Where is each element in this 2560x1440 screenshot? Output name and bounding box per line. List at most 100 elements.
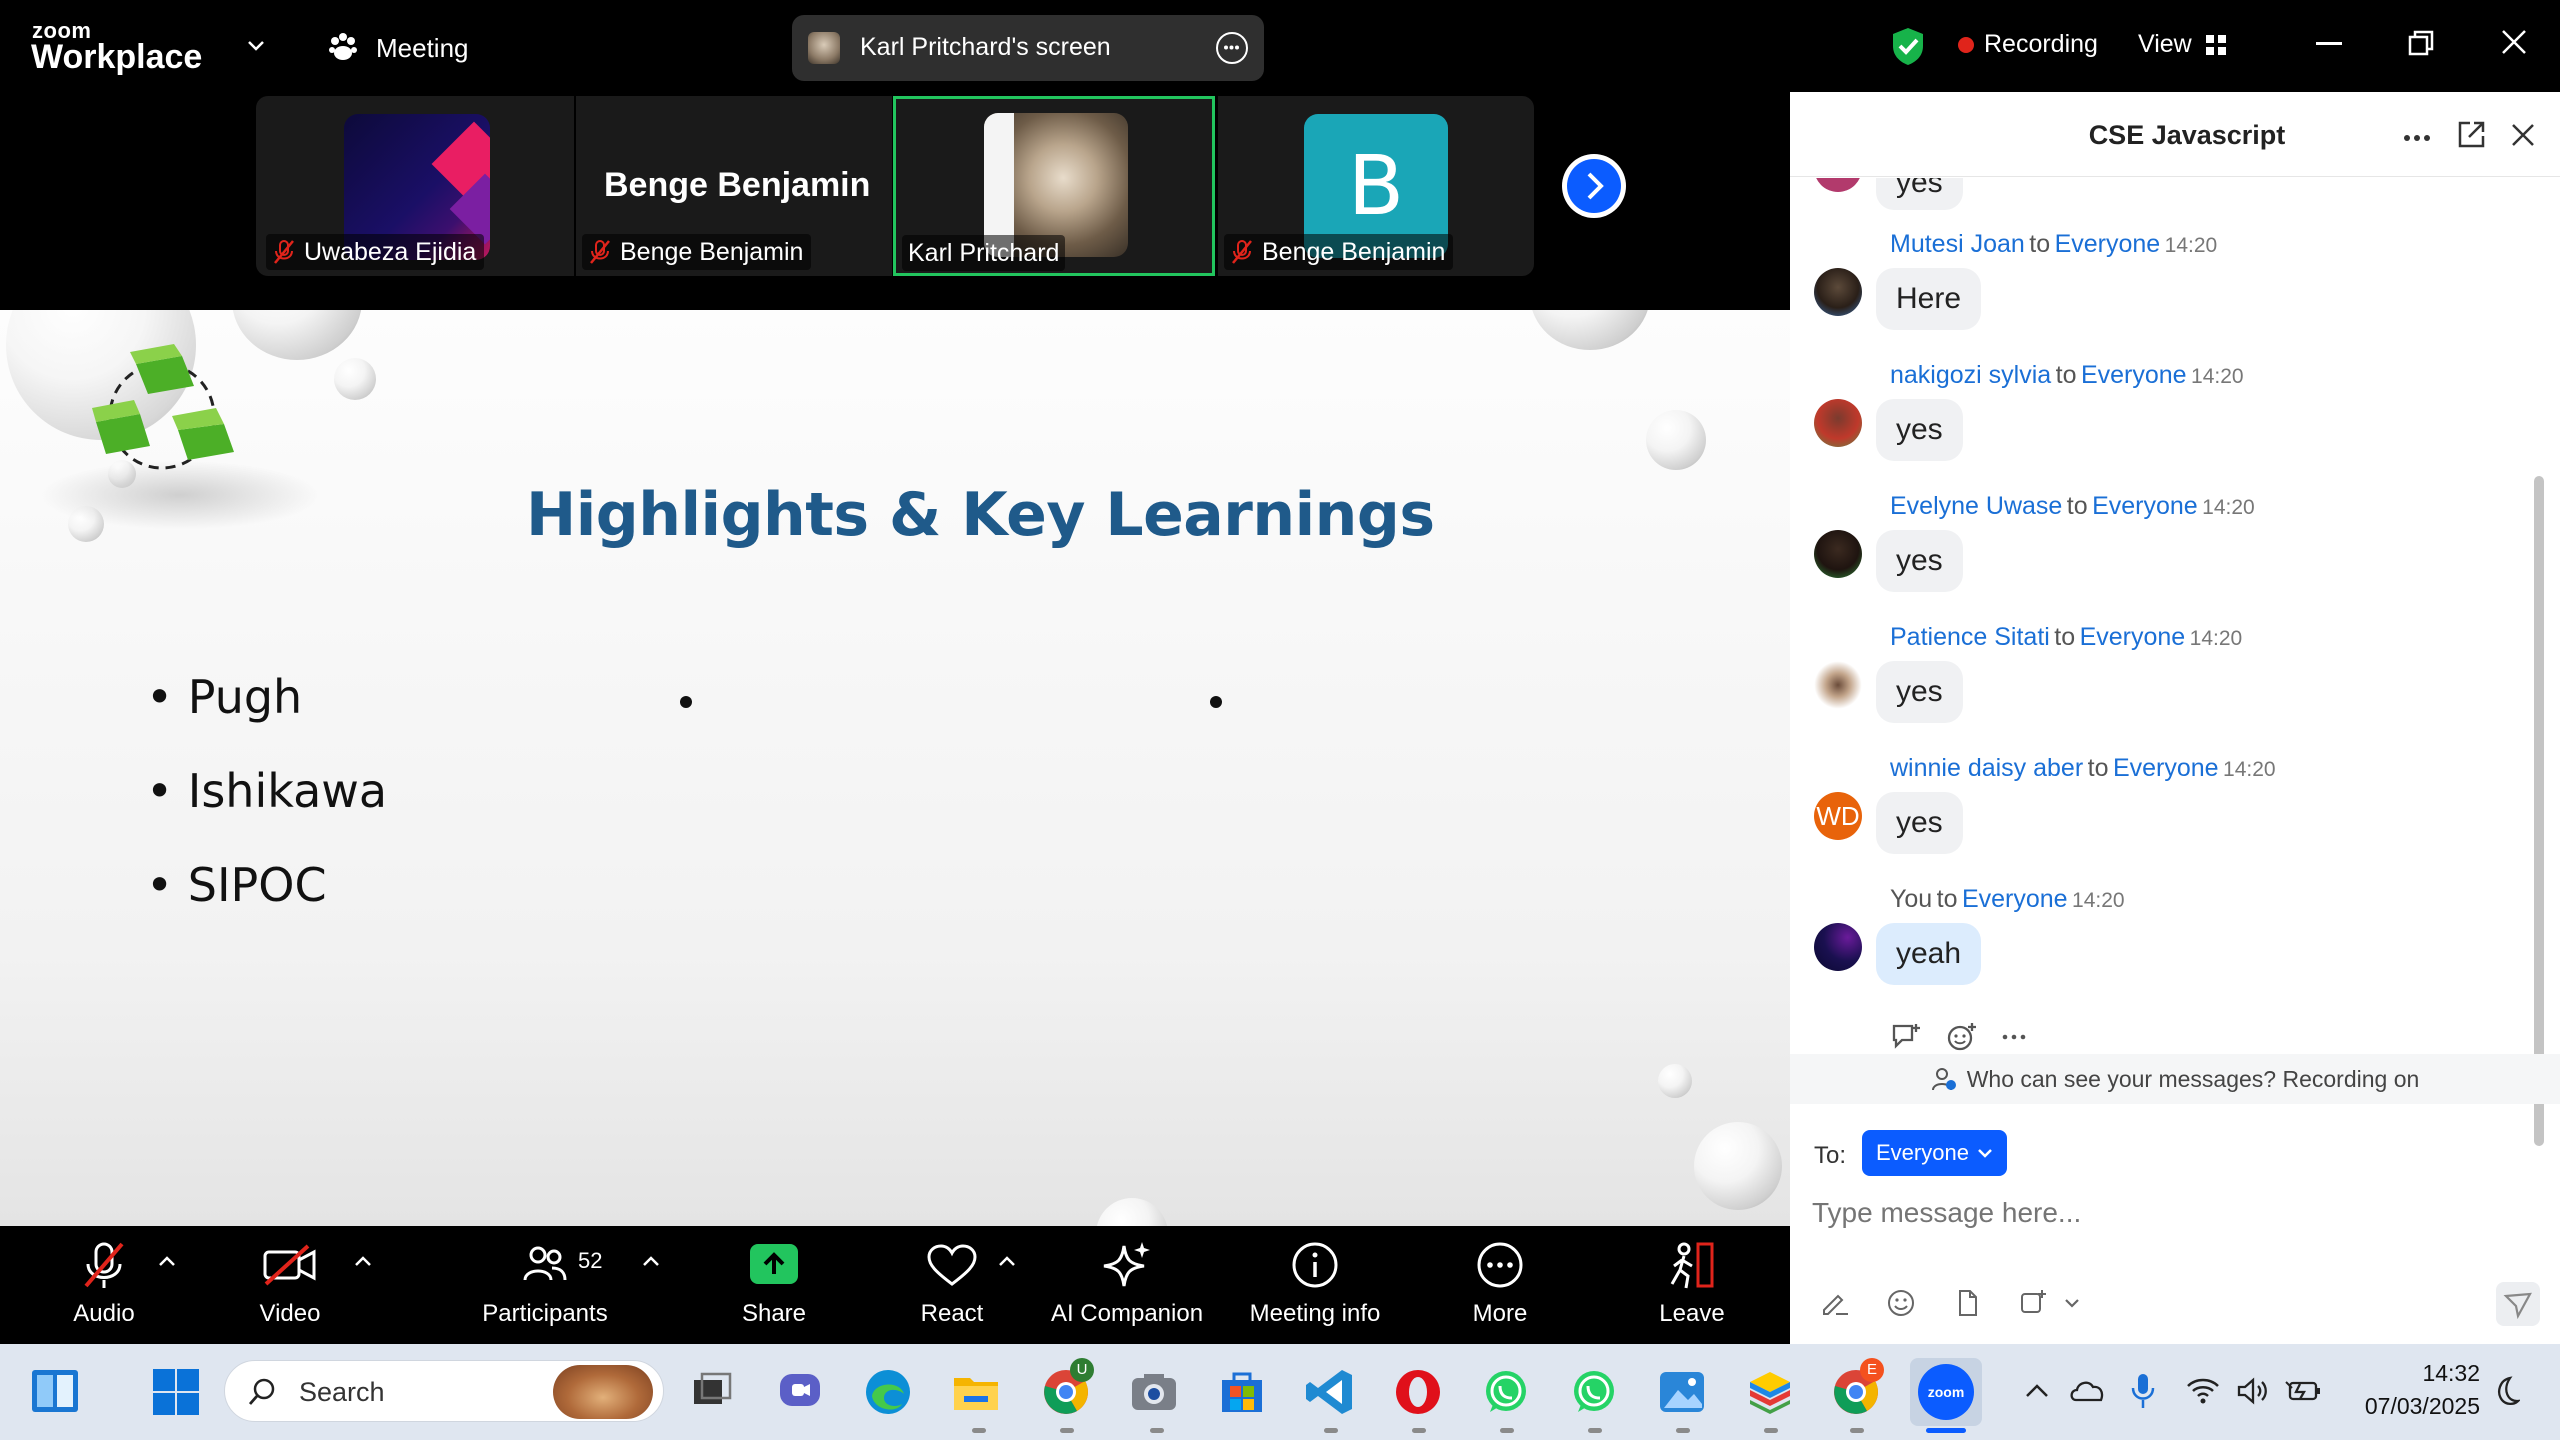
participant-name: Uwabeza Ejidia bbox=[304, 237, 477, 266]
ai-companion-button[interactable]: AI Companion bbox=[1042, 1240, 1212, 1336]
sender-name[interactable]: nakigozi sylvia bbox=[1890, 361, 2051, 389]
participant-thumbnail[interactable]: Benge Benjamin Benge Benjamin bbox=[576, 96, 892, 276]
slide-title: Highlights & Key Learnings bbox=[526, 480, 1435, 550]
decorative-bubble bbox=[1530, 310, 1650, 350]
more-button[interactable]: More bbox=[1450, 1240, 1550, 1336]
taskbar-search[interactable]: Search bbox=[224, 1360, 664, 1422]
participants-options-caret[interactable] bbox=[642, 1250, 660, 1273]
show-hidden-icons[interactable] bbox=[2022, 1376, 2052, 1406]
chrome-profile-e-icon[interactable]: E bbox=[1830, 1358, 1884, 1418]
view-button[interactable]: View bbox=[2138, 30, 2228, 59]
visibility-notice[interactable]: Who can see your messages? Recording on bbox=[1790, 1054, 2560, 1104]
message-more-icon[interactable] bbox=[2002, 1033, 2026, 1041]
send-button[interactable] bbox=[2496, 1282, 2540, 1326]
running-indicator bbox=[1150, 1428, 1164, 1433]
chat-message[interactable]: Mutesi Joan to Everyone 14:20 Here bbox=[1790, 230, 2530, 360]
send-icon bbox=[2503, 1292, 2532, 1320]
more-options-icon[interactable] bbox=[1216, 32, 1248, 64]
sender-name[interactable]: Evelyne Uwase bbox=[1890, 492, 2062, 520]
participants-button[interactable]: 52 Participants bbox=[470, 1240, 620, 1336]
slide-bullet: • Ishikawa bbox=[146, 764, 388, 818]
security-shield-icon[interactable] bbox=[1890, 26, 1926, 66]
next-page-button[interactable] bbox=[1562, 154, 1626, 218]
microphone-icon[interactable] bbox=[2130, 1372, 2156, 1410]
audio-options-caret[interactable] bbox=[158, 1250, 176, 1273]
edge-browser-icon[interactable] bbox=[862, 1366, 914, 1418]
whatsapp-icon[interactable] bbox=[1480, 1366, 1532, 1418]
participant-name: Benge Benjamin bbox=[620, 237, 804, 266]
zoom-app-icon[interactable]: zoom bbox=[1910, 1358, 1982, 1426]
microsoft-store-icon[interactable] bbox=[1216, 1366, 1268, 1418]
clock[interactable]: 14:32 07/03/2025 bbox=[2340, 1360, 2480, 1420]
task-view-icon[interactable] bbox=[686, 1366, 738, 1418]
restore-window-icon[interactable] bbox=[2408, 30, 2434, 56]
recipient-name[interactable]: Everyone bbox=[1962, 885, 2068, 913]
onedrive-cloud-icon[interactable] bbox=[2068, 1376, 2106, 1406]
chat-message[interactable]: Patience Sitati to Everyone 14:20 yes bbox=[1790, 623, 2530, 753]
recipient-name[interactable]: Everyone bbox=[2113, 754, 2219, 782]
vscode-icon[interactable] bbox=[1304, 1366, 1356, 1418]
screenshot-tool[interactable] bbox=[2018, 1288, 2080, 1318]
pop-out-icon[interactable] bbox=[2456, 120, 2486, 150]
teams-chat-icon[interactable] bbox=[774, 1366, 826, 1418]
add-emoji-icon[interactable] bbox=[1946, 1022, 1978, 1052]
meeting-info-button[interactable]: Meeting info bbox=[1240, 1240, 1390, 1336]
photos-app-icon[interactable] bbox=[1656, 1366, 1708, 1418]
running-indicator bbox=[1412, 1428, 1426, 1433]
widgets-icon[interactable] bbox=[30, 1368, 80, 1414]
chat-message[interactable]: Evelyne Uwase to Everyone 14:20 yes bbox=[1790, 492, 2530, 622]
focus-moon-icon[interactable] bbox=[2490, 1374, 2522, 1408]
meeting-menu-button[interactable]: Meeting bbox=[326, 30, 469, 66]
start-button[interactable] bbox=[152, 1368, 200, 1416]
recipient-name[interactable]: Everyone bbox=[2080, 623, 2186, 651]
share-button[interactable]: Share bbox=[724, 1240, 824, 1336]
reply-thread-icon[interactable] bbox=[1890, 1022, 1922, 1052]
audio-button[interactable]: Audio bbox=[54, 1240, 154, 1336]
whatsapp-business-icon[interactable] bbox=[1568, 1366, 1620, 1418]
minimize-window-icon[interactable] bbox=[2316, 42, 2342, 45]
participant-thumbnail[interactable]: B Benge Benjamin bbox=[1218, 96, 1534, 276]
camera-app-icon[interactable] bbox=[1128, 1366, 1180, 1418]
chat-scrollbar-thumb[interactable] bbox=[2534, 476, 2544, 1146]
recipient-name[interactable]: Everyone bbox=[2081, 361, 2187, 389]
opera-browser-icon[interactable] bbox=[1392, 1366, 1444, 1418]
close-chat-icon[interactable] bbox=[2510, 122, 2536, 148]
chevron-down-icon[interactable] bbox=[246, 36, 266, 56]
recording-indicator[interactable]: Recording bbox=[1958, 30, 2098, 59]
sender-name[interactable]: Mutesi Joan bbox=[1890, 230, 2025, 258]
file-explorer-icon[interactable] bbox=[950, 1366, 1002, 1418]
chat-more-options-icon[interactable] bbox=[2402, 130, 2432, 141]
screen-share-pill[interactable]: Karl Pritchard's screen bbox=[792, 15, 1264, 81]
participant-thumbnail-active[interactable]: Karl Pritchard bbox=[893, 96, 1215, 276]
video-button[interactable]: Video bbox=[240, 1240, 340, 1336]
react-options-caret[interactable] bbox=[998, 1250, 1016, 1273]
close-window-icon[interactable] bbox=[2500, 28, 2528, 56]
sender-name[interactable]: winnie daisy aber bbox=[1890, 754, 2083, 782]
message-input[interactable] bbox=[1810, 1188, 2530, 1238]
recipient-name[interactable]: Everyone bbox=[2055, 230, 2161, 258]
battery-icon[interactable] bbox=[2284, 1376, 2322, 1406]
chat-message-own[interactable]: You to Everyone 14:20 yeah bbox=[1790, 885, 2530, 1015]
search-label: Search bbox=[299, 1377, 385, 1407]
recipient-name[interactable]: Everyone bbox=[2092, 492, 2198, 520]
participant-thumbnail[interactable]: Uwabeza Ejidia bbox=[256, 96, 574, 276]
leave-button[interactable]: Leave bbox=[1642, 1240, 1742, 1336]
bluestacks-icon[interactable] bbox=[1744, 1366, 1796, 1418]
chat-message[interactable]: WD winnie daisy aber to Everyone 14:20 y… bbox=[1790, 754, 2530, 884]
slide-bullet: • Pugh bbox=[146, 670, 303, 724]
decorative-bubble bbox=[232, 310, 362, 360]
chat-message[interactable]: nakigozi sylvia to Everyone 14:20 yes bbox=[1790, 361, 2530, 491]
video-options-caret[interactable] bbox=[354, 1250, 372, 1273]
format-text-icon[interactable] bbox=[1820, 1288, 1850, 1318]
chrome-browser-icon[interactable]: U bbox=[1040, 1358, 1094, 1418]
participant-name: Benge Benjamin bbox=[1262, 237, 1446, 266]
chat-message-bubble: yes bbox=[1876, 661, 1963, 723]
sender-name[interactable]: Patience Sitati bbox=[1890, 623, 2050, 651]
react-button[interactable]: React bbox=[902, 1240, 1002, 1336]
volume-icon[interactable] bbox=[2236, 1376, 2270, 1406]
chat-message-list[interactable]: yes Mutesi Joan to Everyone 14:20 Here n… bbox=[1790, 178, 2560, 1146]
emoji-icon[interactable] bbox=[1886, 1288, 1916, 1318]
wifi-icon[interactable] bbox=[2186, 1376, 2220, 1406]
recipient-select[interactable]: Everyone bbox=[1862, 1130, 2007, 1176]
attach-file-icon[interactable] bbox=[1952, 1288, 1982, 1318]
